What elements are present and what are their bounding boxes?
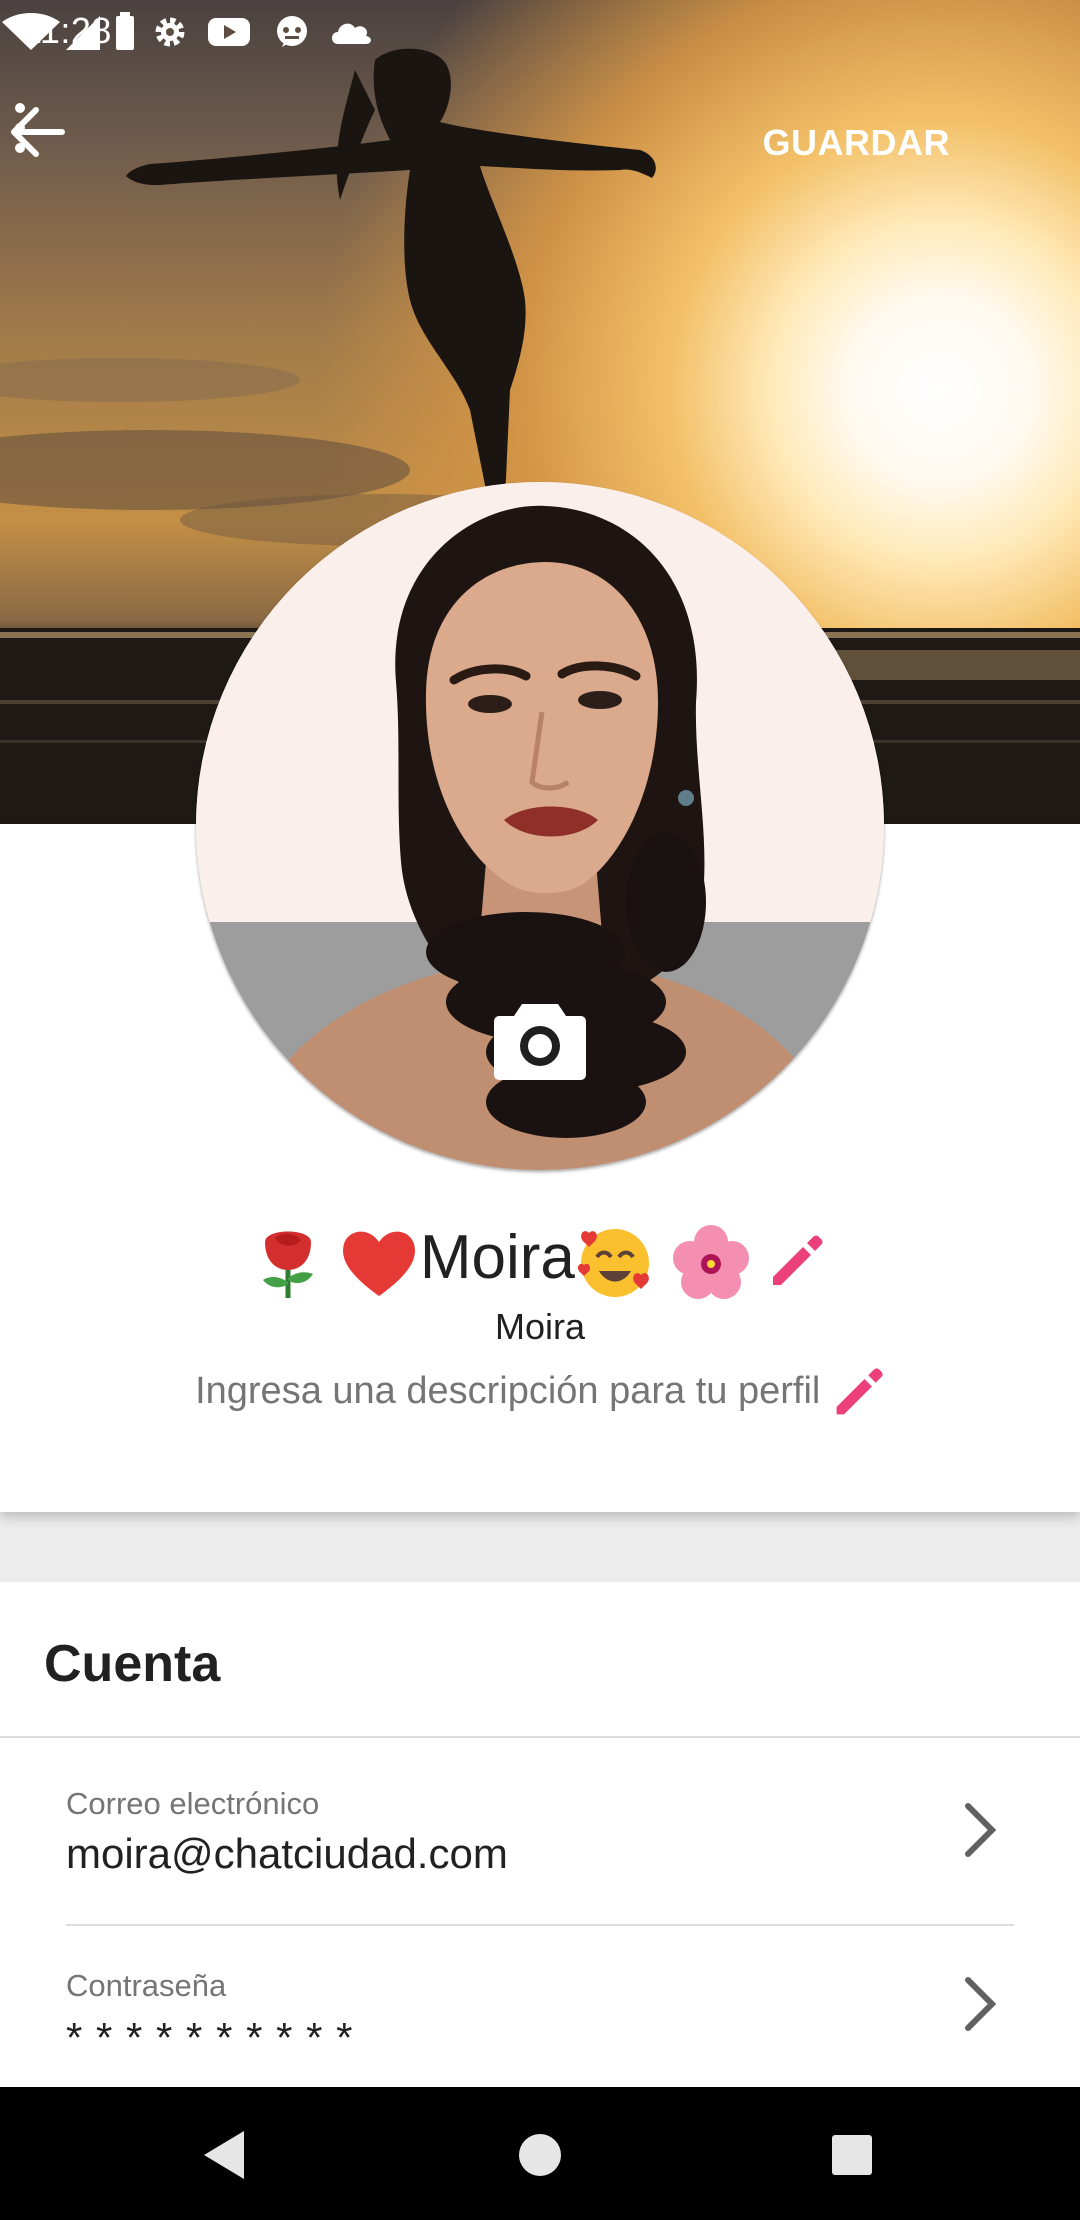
- description-placeholder: Ingresa una descripción para tu perfil: [195, 1370, 821, 1413]
- cloud-icon: [332, 23, 371, 44]
- section-title: Cuenta: [44, 1635, 221, 1693]
- nav-recents-icon[interactable]: [822, 2125, 882, 2185]
- email-value: moira@chatciudad.com: [66, 1830, 508, 1877]
- signal-icon: [66, 16, 100, 50]
- password-label: Contraseña: [66, 1968, 227, 2003]
- navigation-bar: [0, 2087, 1080, 2220]
- app-bar: GUARDAR: [0, 100, 1080, 188]
- camera-icon[interactable]: [492, 996, 588, 1082]
- username: Moira: [494, 1306, 586, 1347]
- youtube-icon: [208, 18, 250, 46]
- wifi-icon: [2, 13, 60, 50]
- smiling-face-with-hearts-emoji: [577, 1228, 649, 1297]
- profile-description[interactable]: Ingresa una descripción para tu perfil: [0, 1366, 1080, 1420]
- battery-icon: [116, 16, 134, 50]
- display-name-text: Moira: [419, 1223, 575, 1292]
- more-vert-icon[interactable]: [0, 100, 40, 156]
- messenger-icon: [277, 16, 307, 47]
- rose-emoji: [262, 1231, 313, 1298]
- status-bar: 11:28: [0, 0, 1080, 64]
- gear-icon: [155, 17, 185, 47]
- nav-back-icon[interactable]: [196, 2125, 256, 2185]
- hibiscus-emoji: [673, 1224, 750, 1299]
- nav-home-icon[interactable]: [510, 2125, 570, 2185]
- email-row[interactable]: Correo electrónico moira@chatciudad.com: [0, 1738, 1080, 1924]
- account-section: Cuenta Correo electrónico moira@chatciud…: [0, 1582, 1080, 2087]
- pencil-icon[interactable]: [831, 1366, 885, 1420]
- display-name: Moira: [0, 1218, 1080, 1301]
- status-right-icons: [2, 12, 134, 50]
- chevron-right-icon: [965, 1977, 997, 2031]
- password-value: * * * * * * * * * *: [66, 2014, 354, 2061]
- pencil-icon[interactable]: [767, 1233, 825, 1291]
- heart-emoji: [342, 1231, 415, 1296]
- password-row[interactable]: Contraseña * * * * * * * * * *: [0, 1926, 1080, 2112]
- save-button[interactable]: GUARDAR: [763, 122, 951, 164]
- email-label: Correo electrónico: [66, 1786, 320, 1821]
- chevron-right-icon: [965, 1803, 997, 1857]
